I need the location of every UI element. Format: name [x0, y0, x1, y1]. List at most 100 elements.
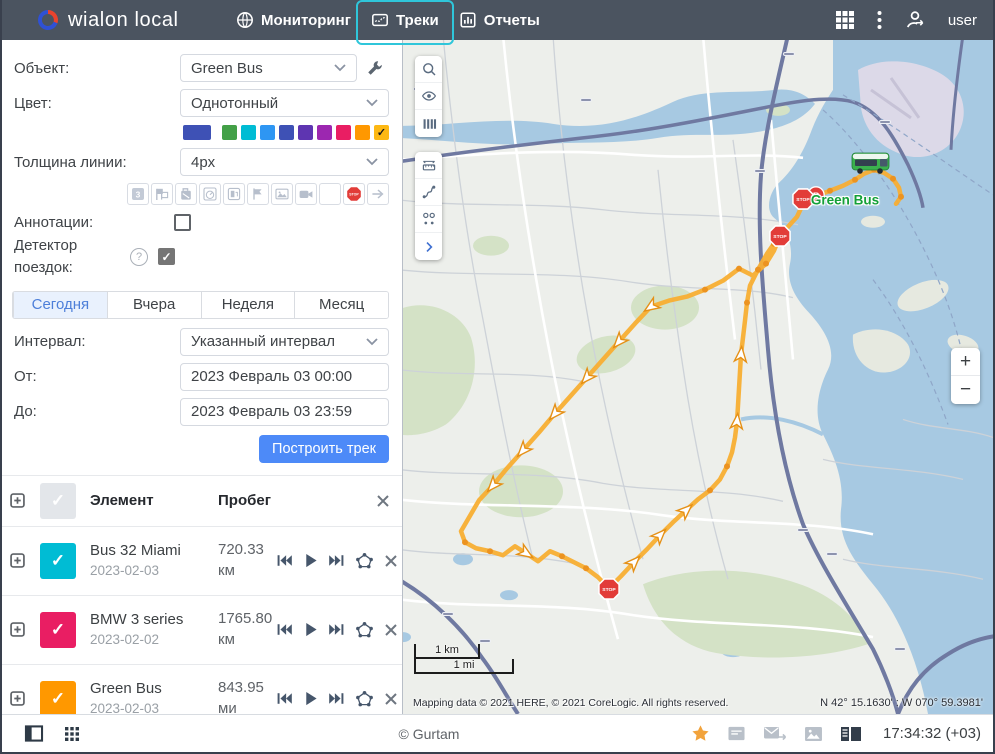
remove-track-button[interactable] [384, 554, 398, 568]
color-select[interactable]: Однотонный [180, 89, 389, 117]
expand-row-button[interactable] [10, 553, 25, 568]
interval-select[interactable]: Указанный интервал [180, 328, 389, 356]
app-launcher-button[interactable] [835, 10, 855, 30]
color-swatch-purple[interactable] [317, 125, 332, 140]
color-swatch-current[interactable] [183, 125, 211, 140]
marker-btn-follow[interactable] [367, 183, 389, 205]
marker-btn-flags[interactable] [247, 183, 269, 205]
from-date-input[interactable]: 2023 Февраль 03 00:00 [180, 363, 389, 391]
track-mileage-value: 720.33 [218, 540, 276, 560]
plus-icon [10, 553, 25, 568]
header-tab-reports[interactable]: Отчеты [449, 6, 550, 34]
expand-row-button[interactable] [10, 622, 25, 637]
track-play-button[interactable] [303, 553, 318, 568]
map-layers-button[interactable] [415, 110, 442, 137]
bus-icon [851, 149, 891, 175]
track-first-point-button[interactable] [276, 623, 293, 636]
stop-marker[interactable]: STOP [769, 225, 792, 248]
zoom-out-button[interactable]: − [951, 376, 980, 404]
annotations-checkbox[interactable] [174, 214, 191, 231]
help-question-icon[interactable]: ? [130, 248, 148, 266]
notes-button[interactable] [727, 725, 746, 742]
app-logo: wialon local [36, 8, 218, 32]
user-menu-button[interactable] [904, 9, 926, 31]
marker-btn-events[interactable] [151, 183, 173, 205]
marker-btn-parkings[interactable]: P [319, 183, 341, 205]
map-markers-button[interactable] [415, 206, 442, 233]
build-track-button[interactable]: Построить трек [259, 435, 389, 463]
period-tab-week[interactable]: Неделя [201, 292, 295, 318]
kebab-menu-icon [877, 10, 882, 30]
select-all-checkbox[interactable] [40, 483, 76, 519]
remove-track-button[interactable] [384, 692, 398, 706]
marker-btn-stops[interactable]: STOP [343, 183, 365, 205]
color-swatch-cyan[interactable] [241, 125, 256, 140]
track-hittest-button[interactable] [355, 552, 374, 569]
color-swatch-pink[interactable] [336, 125, 351, 140]
plus-icon [10, 493, 25, 508]
marker-btn-fillings[interactable] [223, 183, 245, 205]
map-canvas[interactable] [403, 40, 993, 714]
marker-btn-speedometer[interactable] [199, 183, 221, 205]
favorites-button[interactable] [691, 724, 710, 743]
track-visibility-checkbox[interactable] [40, 543, 76, 579]
track-play-button[interactable] [303, 622, 318, 637]
object-select[interactable]: Green Bus [180, 54, 357, 82]
unit-properties-button[interactable] [366, 59, 384, 77]
tracks-icon [371, 11, 389, 29]
period-tab-yesterday[interactable]: Вчера [107, 292, 201, 318]
color-swatch-green[interactable] [222, 125, 237, 140]
map[interactable]: P STOP STOP [403, 40, 993, 714]
period-tab-today[interactable]: Сегодня [13, 292, 107, 318]
chevron-right-icon [421, 239, 437, 255]
layout-split-button[interactable] [840, 726, 862, 742]
track-hittest-button[interactable] [355, 690, 374, 707]
period-tab-month[interactable]: Месяц [294, 292, 388, 318]
marker-btn-video[interactable] [295, 183, 317, 205]
track-visibility-checkbox[interactable] [40, 612, 76, 648]
color-swatch-blue[interactable] [260, 125, 275, 140]
map-route-button[interactable] [415, 179, 442, 206]
map-ruler-button[interactable] [415, 152, 442, 179]
mail-forward-button[interactable] [763, 726, 787, 742]
stop-marker[interactable]: STOP [792, 188, 815, 211]
color-swatch-indigo[interactable] [279, 125, 294, 140]
trip-detector-checkbox[interactable] [158, 248, 175, 265]
to-date-input[interactable]: 2023 Февраль 03 23:59 [180, 398, 389, 426]
marker-btn-speedings[interactable]: 3 [127, 183, 149, 205]
remove-track-button[interactable] [384, 623, 398, 637]
stop-marker[interactable]: STOP [598, 578, 621, 601]
media-button[interactable] [804, 726, 823, 742]
marker-btn-media[interactable] [271, 183, 293, 205]
line-thickness-select[interactable]: 4px [180, 148, 389, 176]
from-label: От: [14, 368, 180, 385]
skip-next-icon [328, 623, 345, 636]
unit-marker-green-bus[interactable] [851, 149, 891, 175]
track-visibility-checkbox[interactable] [40, 681, 76, 715]
map-expand-button[interactable] [415, 233, 442, 260]
color-swatch-orange[interactable] [355, 125, 370, 140]
expand-all-button[interactable] [10, 493, 25, 508]
color-swatch-amber[interactable] [374, 125, 389, 140]
grid-view-button[interactable] [64, 726, 80, 742]
map-visibility-button[interactable] [415, 83, 442, 110]
track-play-button[interactable] [303, 691, 318, 706]
track-last-point-button[interactable] [328, 554, 345, 567]
markers-icon [421, 211, 437, 227]
header-tab-tracks[interactable]: Треки [361, 6, 449, 34]
expand-row-button[interactable] [10, 691, 25, 706]
kebab-menu-button[interactable] [877, 10, 882, 30]
track-hittest-button[interactable] [355, 621, 374, 638]
track-first-point-button[interactable] [276, 692, 293, 705]
remove-all-tracks-button[interactable] [376, 494, 390, 508]
color-swatch-deep-purple[interactable] [298, 125, 313, 140]
header-tab-monitoring[interactable]: Мониторинг [226, 6, 361, 34]
track-last-point-button[interactable] [328, 623, 345, 636]
zoom-in-button[interactable]: + [951, 348, 980, 376]
marker-btn-fuel-thefts[interactable] [175, 183, 197, 205]
map-search-button[interactable] [415, 56, 442, 83]
track-first-point-button[interactable] [276, 554, 293, 567]
track-date: 2023-02-03 [90, 700, 218, 714]
toggle-panel-button[interactable] [24, 725, 44, 742]
track-last-point-button[interactable] [328, 692, 345, 705]
